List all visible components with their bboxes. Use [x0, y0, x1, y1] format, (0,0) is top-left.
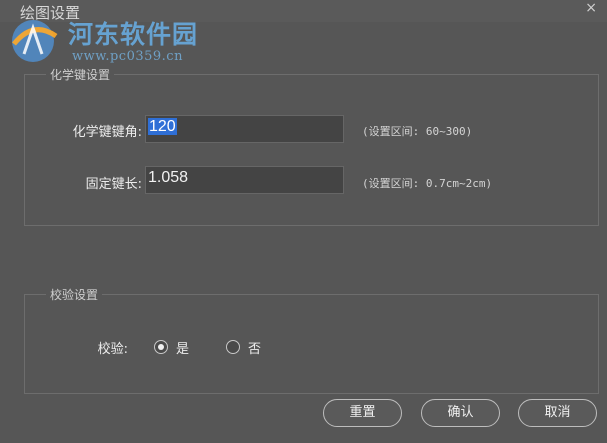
bond-angle-value: 120: [148, 118, 177, 135]
cancel-button[interactable]: 取消: [518, 399, 597, 427]
confirm-button[interactable]: 确认: [421, 399, 500, 427]
bond-angle-hint: (设置区间: 60~300): [362, 125, 473, 138]
watermark-logo-icon: [12, 20, 58, 62]
chem-bond-group: [24, 74, 599, 226]
close-icon[interactable]: ×: [585, 0, 597, 16]
chem-bond-group-legend: 化学键设置: [46, 66, 115, 83]
bond-angle-input[interactable]: 120: [145, 115, 344, 143]
reset-button[interactable]: 重置: [323, 399, 402, 427]
watermark-url: www.pc0359.cn: [72, 49, 183, 64]
validation-yes-label: 是: [176, 342, 190, 357]
validation-yes-radio[interactable]: [154, 340, 168, 354]
watermark-name: 河东软件园: [68, 20, 199, 49]
bond-angle-label: 化学键键角:: [72, 125, 142, 140]
validation-label: 校验:: [97, 342, 128, 357]
validation-no-radio[interactable]: [226, 340, 240, 354]
bond-length-label: 固定键长:: [85, 177, 142, 192]
bond-length-hint: (设置区间: 0.7cm~2cm): [362, 177, 493, 190]
validation-group-legend: 校验设置: [46, 286, 103, 303]
validation-no-label: 否: [248, 342, 262, 357]
bond-length-input[interactable]: 1.058: [145, 166, 344, 194]
